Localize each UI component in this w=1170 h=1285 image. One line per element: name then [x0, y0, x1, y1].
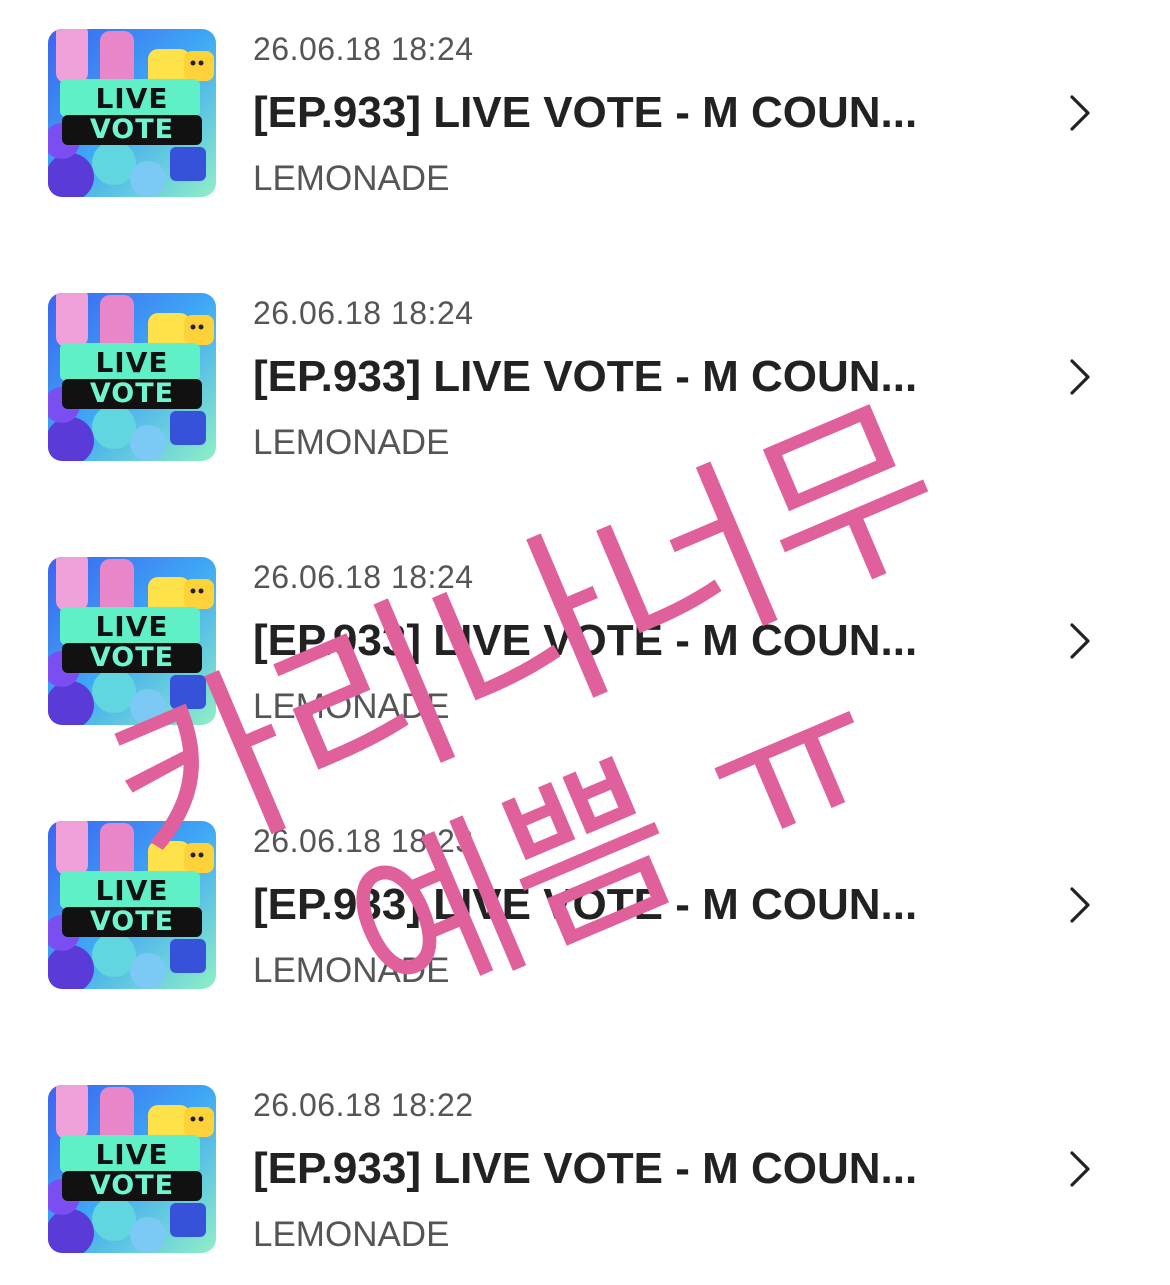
thumbnail-vote-label: VOTE: [89, 642, 175, 673]
list-item[interactable]: LIVE VOTE 26.06.18 18:24 [EP.933] LIVE V…: [0, 29, 1170, 229]
thumbnail-vote-label: VOTE: [89, 114, 175, 145]
item-artist: LEMONADE: [253, 423, 450, 462]
thumbnail-live-label: LIVE: [95, 82, 169, 115]
live-vote-thumbnail: LIVE VOTE: [48, 29, 216, 197]
thumbnail-live-label: LIVE: [95, 610, 169, 643]
item-artist: LEMONADE: [253, 1215, 450, 1254]
chevron-right-icon[interactable]: [1066, 357, 1094, 397]
thumbnail-live-label: LIVE: [95, 874, 169, 907]
item-date: 26.06.18 18:24: [253, 295, 474, 331]
live-vote-thumbnail: LIVE VOTE: [48, 293, 216, 461]
thumbnail-vote-label: VOTE: [89, 1170, 175, 1201]
list-item[interactable]: LIVE VOTE 26.06.18 18:24 [EP.933] LIVE V…: [0, 293, 1170, 493]
item-title: [EP.933] LIVE VOTE - M COUN...: [253, 88, 918, 137]
thumbnail-live-label: LIVE: [95, 346, 169, 379]
live-vote-thumbnail: LIVE VOTE: [48, 1085, 216, 1253]
list-item[interactable]: LIVE VOTE 26.06.18 18:22 [EP.933] LIVE V…: [0, 1085, 1170, 1285]
live-vote-thumbnail: LIVE VOTE: [48, 557, 216, 725]
chevron-right-icon[interactable]: [1066, 621, 1094, 661]
item-title: [EP.933] LIVE VOTE - M COUN...: [253, 1144, 918, 1193]
list-item[interactable]: LIVE VOTE 26.06.18 18:23 [EP.933] LIVE V…: [0, 821, 1170, 1021]
item-date: 26.06.18 18:24: [253, 559, 474, 595]
chevron-right-icon[interactable]: [1066, 93, 1094, 133]
item-date: 26.06.18 18:22: [253, 1087, 474, 1123]
item-artist: LEMONADE: [253, 951, 450, 990]
item-artist: LEMONADE: [253, 687, 450, 726]
item-title: [EP.933] LIVE VOTE - M COUN...: [253, 352, 918, 401]
item-title: [EP.933] LIVE VOTE - M COUN...: [253, 616, 918, 665]
item-title: [EP.933] LIVE VOTE - M COUN...: [253, 880, 918, 929]
item-date: 26.06.18 18:24: [253, 31, 474, 67]
item-date: 26.06.18 18:23: [253, 823, 474, 859]
chevron-right-icon[interactable]: [1066, 1149, 1094, 1189]
list-item[interactable]: LIVE VOTE 26.06.18 18:24 [EP.933] LIVE V…: [0, 557, 1170, 757]
live-vote-thumbnail: LIVE VOTE: [48, 821, 216, 989]
thumbnail-vote-label: VOTE: [89, 906, 175, 937]
thumbnail-vote-label: VOTE: [89, 378, 175, 409]
thumbnail-live-label: LIVE: [95, 1138, 169, 1171]
item-artist: LEMONADE: [253, 159, 450, 198]
chevron-right-icon[interactable]: [1066, 885, 1094, 925]
